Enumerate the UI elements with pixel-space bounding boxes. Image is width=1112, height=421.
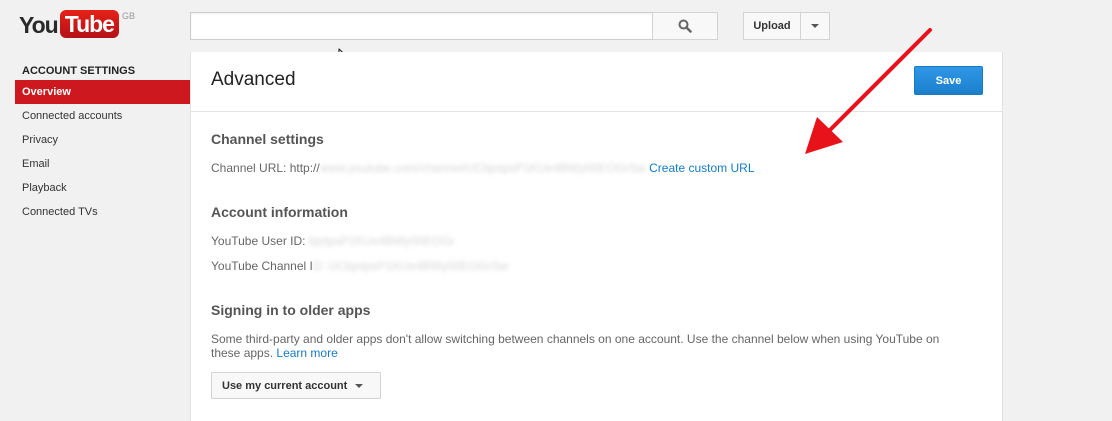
user-id-value: bjotpsP1KUe4BWy00EOGr bbox=[308, 234, 455, 248]
channel-url-row: Channel URL: http://www.youtube.com/chan… bbox=[211, 161, 755, 175]
search-button[interactable] bbox=[652, 12, 718, 40]
sidebar-item-connected-accounts[interactable]: Connected accounts bbox=[15, 104, 190, 128]
older-apps-heading: Signing in to older apps bbox=[211, 302, 371, 318]
chevron-down-icon bbox=[355, 383, 364, 388]
logo-you-text: You bbox=[19, 12, 59, 38]
older-apps-description: Some third-party and older apps don't al… bbox=[211, 332, 951, 360]
learn-more-link[interactable]: Learn more bbox=[276, 346, 337, 360]
channel-url-label: Channel URL: http:// bbox=[211, 161, 320, 175]
channel-id-value: D: UCbjotpsP1KUe4BWy00EOGrSw bbox=[312, 259, 509, 273]
sidebar-item-privacy[interactable]: Privacy bbox=[15, 128, 190, 152]
logo-region: GB bbox=[121, 11, 135, 21]
youtube-channel-id-row: YouTube Channel ID: UCbjotpsP1KUe4BWy00E… bbox=[211, 259, 508, 273]
masthead: You Tube GB Upload bbox=[0, 0, 1112, 52]
user-id-label: YouTube User ID: bbox=[211, 234, 306, 248]
sidebar-item-overview[interactable]: Overview bbox=[15, 80, 190, 104]
search-icon bbox=[678, 19, 692, 33]
sidebar-item-email[interactable]: Email bbox=[15, 152, 190, 176]
settings-sidebar: ACCOUNT SETTINGS Overview Connected acco… bbox=[15, 62, 190, 224]
search-input[interactable] bbox=[190, 12, 653, 40]
youtube-logo[interactable]: You Tube GB bbox=[19, 10, 135, 40]
channel-id-label: YouTube Channel I bbox=[211, 259, 313, 273]
account-select-dropdown[interactable]: Use my current account bbox=[211, 372, 381, 399]
account-select-label: Use my current account bbox=[222, 379, 348, 392]
account-information-heading: Account information bbox=[211, 204, 348, 220]
logo-tube-text: Tube bbox=[59, 10, 119, 38]
sidebar-item-playback[interactable]: Playback bbox=[15, 176, 190, 200]
channel-settings-heading: Channel settings bbox=[211, 131, 324, 147]
create-custom-url-link[interactable]: Create custom URL bbox=[649, 161, 754, 175]
sidebar-heading: ACCOUNT SETTINGS bbox=[22, 65, 136, 77]
sidebar-item-connected-tvs[interactable]: Connected TVs bbox=[15, 200, 190, 224]
upload-button[interactable]: Upload bbox=[743, 12, 801, 40]
annotation-arrow-icon bbox=[805, 28, 932, 154]
youtube-user-id-row: YouTube User ID: bjotpsP1KUe4BWy00EOGr bbox=[211, 234, 455, 248]
page-title: Advanced bbox=[211, 69, 296, 90]
channel-url-value: www.youtube.com/channel/UCbjotpsP1KUe4BW… bbox=[319, 161, 646, 175]
